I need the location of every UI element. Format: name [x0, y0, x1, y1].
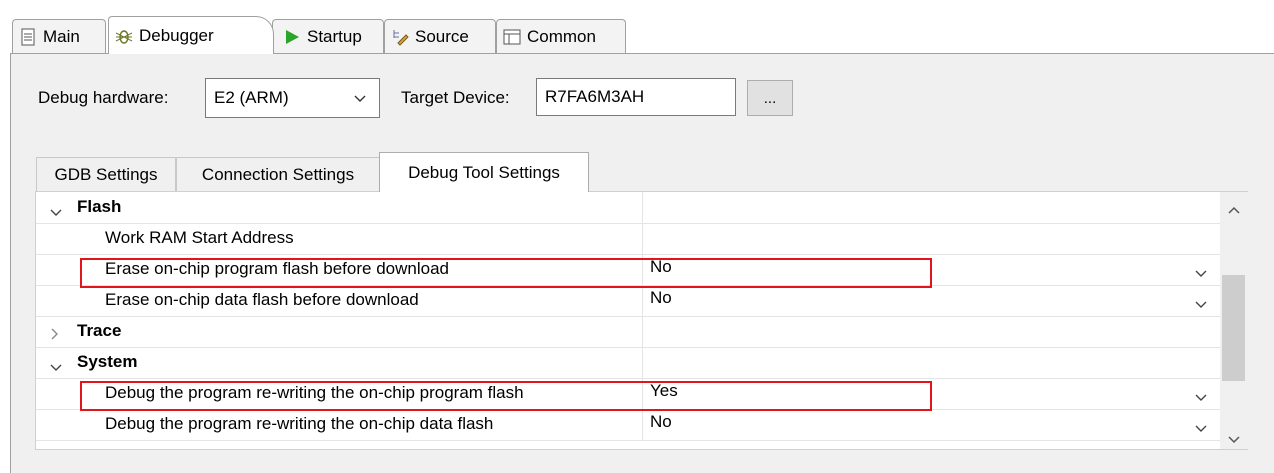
tab-gdb-settings[interactable]: GDB Settings — [36, 157, 176, 191]
tree-label: System — [77, 352, 138, 371]
tree-label: Work RAM Start Address — [105, 228, 294, 247]
debug-hardware-value: E2 (ARM) — [214, 88, 289, 107]
tree-item-debug-data-flash[interactable]: Debug the program re-writing the on-chip… — [36, 409, 1221, 441]
bug-icon — [115, 27, 133, 45]
settings-tree: Flash Work RAM Start Address Erase on-ch… — [35, 191, 1248, 450]
tree-category-flash[interactable]: Flash — [36, 192, 1221, 224]
tab-startup[interactable]: Startup — [272, 19, 384, 53]
tree-label: Flash — [77, 197, 122, 216]
tree-label: Erase on-chip data flash before download — [105, 290, 419, 309]
common-table-icon — [503, 28, 521, 46]
tree-item-work-ram[interactable]: Work RAM Start Address — [36, 223, 1221, 255]
debug-program-flash-value[interactable]: Yes — [650, 381, 678, 401]
target-device-label: Target Device: — [401, 88, 510, 107]
scrollbar-thumb[interactable] — [1222, 275, 1245, 381]
scroll-down-icon[interactable] — [1227, 430, 1241, 450]
chevron-down-icon[interactable] — [50, 358, 62, 378]
tab-label: Startup — [307, 26, 362, 46]
document-icon — [19, 28, 37, 46]
chevron-down-icon[interactable] — [1195, 419, 1207, 439]
tab-source[interactable]: Source — [384, 19, 496, 53]
tree-category-trace[interactable]: Trace — [36, 316, 1221, 348]
tab-label: Common — [527, 26, 596, 46]
tab-common[interactable]: Common — [496, 19, 626, 53]
chevron-down-icon — [353, 91, 367, 111]
chevron-down-icon[interactable] — [50, 203, 62, 223]
tab-debugger[interactable]: Debugger — [108, 16, 274, 54]
tree-label: Debug the program re-writing the on-chip… — [105, 414, 494, 433]
tab-main[interactable]: Main — [12, 19, 106, 53]
chevron-down-icon[interactable] — [1195, 295, 1207, 315]
tab-label: Main — [43, 26, 80, 46]
target-device-value: R7FA6M3AH — [545, 87, 645, 106]
chevron-right-icon[interactable] — [50, 325, 60, 345]
erase-data-flash-value[interactable]: No — [650, 288, 672, 308]
tab-debug-tool-settings[interactable]: Debug Tool Settings — [379, 152, 589, 192]
debug-hardware-select[interactable]: E2 (ARM) — [205, 78, 380, 118]
target-device-input[interactable]: R7FA6M3AH — [536, 78, 736, 116]
tree-label: Erase on-chip program flash before downl… — [105, 259, 449, 278]
tree-item-erase-data-flash[interactable]: Erase on-chip data flash before download… — [36, 285, 1221, 317]
source-lookup-icon — [391, 28, 409, 46]
browse-device-button[interactable]: ... — [747, 80, 793, 116]
tab-label: Debugger — [139, 25, 214, 45]
chevron-down-icon[interactable] — [1195, 388, 1207, 408]
tree-item-debug-program-flash[interactable]: Debug the program re-writing the on-chip… — [36, 378, 1221, 410]
play-icon — [283, 28, 301, 46]
erase-program-flash-value[interactable]: No — [650, 257, 672, 277]
tab-connection-settings[interactable]: Connection Settings — [176, 157, 380, 191]
tab-label: Source — [415, 26, 469, 46]
scroll-up-icon[interactable] — [1227, 200, 1241, 220]
tree-category-system[interactable]: System — [36, 347, 1221, 379]
tree-label: Debug the program re-writing the on-chip… — [105, 383, 524, 402]
vertical-scrollbar[interactable] — [1220, 192, 1248, 449]
chevron-down-icon[interactable] — [1195, 264, 1207, 284]
tree-label: Trace — [77, 321, 122, 340]
debug-data-flash-value[interactable]: No — [650, 412, 672, 432]
tree-item-erase-program-flash[interactable]: Erase on-chip program flash before downl… — [36, 254, 1221, 286]
debug-hardware-label: Debug hardware: — [38, 88, 169, 107]
